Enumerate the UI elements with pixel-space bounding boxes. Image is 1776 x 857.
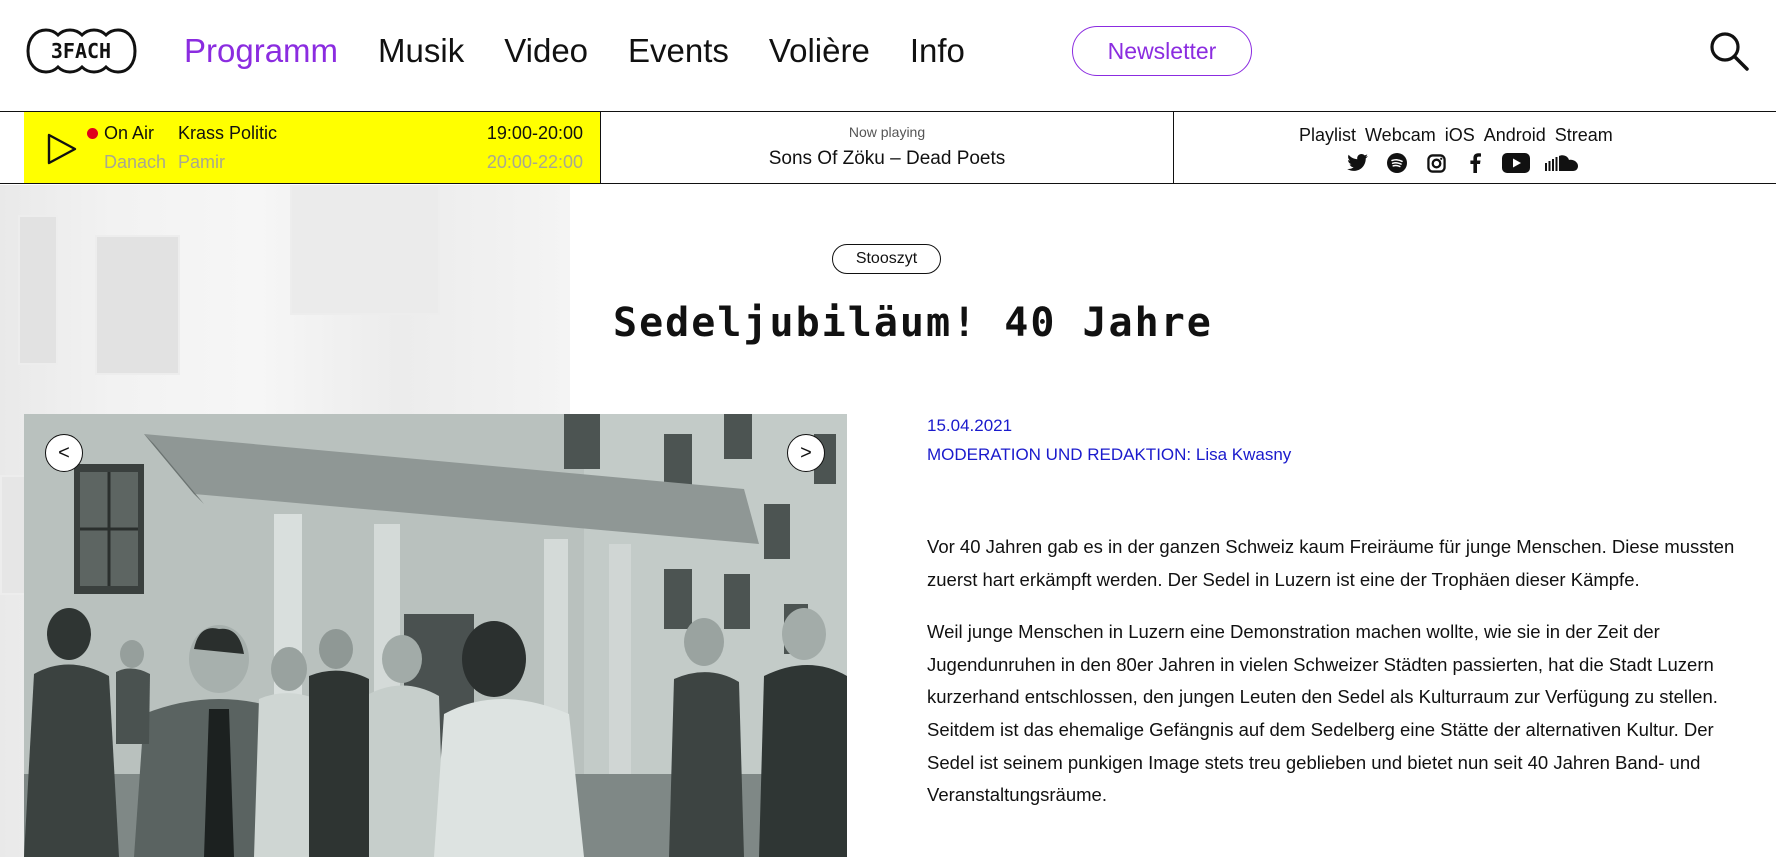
instagram-icon[interactable] [1424,152,1448,174]
radio-links-panel: Playlist Webcam iOS Android Stream [1174,112,1776,183]
now-playing-panel: Now playing Sons Of Zöku – Dead Poets [600,112,1174,183]
article-paragraph: Vor 40 Jahren gab es in der ganzen Schwe… [927,536,1735,590]
twitter-icon[interactable] [1346,152,1370,174]
now-playing-label: Now playing [848,124,926,140]
spotify-icon[interactable] [1385,152,1409,174]
nav-item-musik[interactable]: Musik [378,32,464,70]
social-links [1346,152,1594,174]
play-icon[interactable] [46,132,78,166]
gallery-next-button[interactable]: > [787,434,825,472]
youtube-icon[interactable] [1502,152,1530,174]
facebook-icon[interactable] [1463,152,1487,174]
article-date: 15.04.2021 [927,416,1013,435]
main-nav: Programm Musik Video Events Volière Info [184,28,1005,74]
article-paragraph: Weil junge Menschen in Luzern eine Demon… [927,621,1718,806]
radio-links: Playlist Webcam iOS Android Stream [1299,125,1622,146]
nav-item-video[interactable]: Video [504,32,588,70]
article-photo [24,414,847,857]
next-row: Danach Pamir [104,152,225,173]
link-playlist[interactable]: Playlist [1299,125,1356,146]
article-title: Sedeljubiläum! 40 Jahre [613,300,1213,346]
on-air-panel: On Air Krass Politic 19:00-20:00 Danach Pa… [24,112,600,183]
nav-item-voliere[interactable]: Volière [769,32,870,70]
on-air-time: 19:00-20:00 [486,123,583,143]
next-show[interactable]: Pamir [178,152,225,173]
nav-item-events[interactable]: Events [628,32,729,70]
nav-item-programm[interactable]: Programm [184,32,338,70]
soundcloud-icon[interactable] [1545,152,1579,174]
newsletter-button[interactable]: Newsletter [1072,26,1252,76]
on-air-show[interactable]: Krass Politic [178,123,277,144]
site-logo[interactable]: 3FACH [24,26,139,76]
link-android[interactable]: Android [1484,125,1546,146]
category-tag[interactable]: Stooszyt [832,244,941,274]
on-air-label: On Air [104,123,155,143]
link-webcam[interactable]: Webcam [1365,125,1436,146]
link-stream[interactable]: Stream [1555,125,1613,146]
on-air-row: On Air Krass Politic [104,123,277,144]
search-icon[interactable] [1708,30,1750,72]
next-label: Danach [104,152,167,172]
live-indicator-icon [87,128,98,139]
logo-text: 3FACH [51,39,111,63]
article-body: Vor 40 Jahren gab es in der ganzen Schwe… [927,531,1747,832]
nav-item-info[interactable]: Info [910,32,965,70]
next-time: 20:00-22:00 [486,152,583,172]
now-playing-track: Sons Of Zöku – Dead Poets [768,148,1006,169]
radio-bar: On Air Krass Politic 19:00-20:00 Danach Pa… [0,111,1776,184]
site-header: 3FACH Programm Musik Video Events Volièr… [0,0,1776,111]
link-ios[interactable]: iOS [1445,125,1475,146]
gallery-prev-button[interactable]: < [45,434,83,472]
article-moderation: MODERATION UND REDAKTION: Lisa Kwasny [927,445,1292,464]
